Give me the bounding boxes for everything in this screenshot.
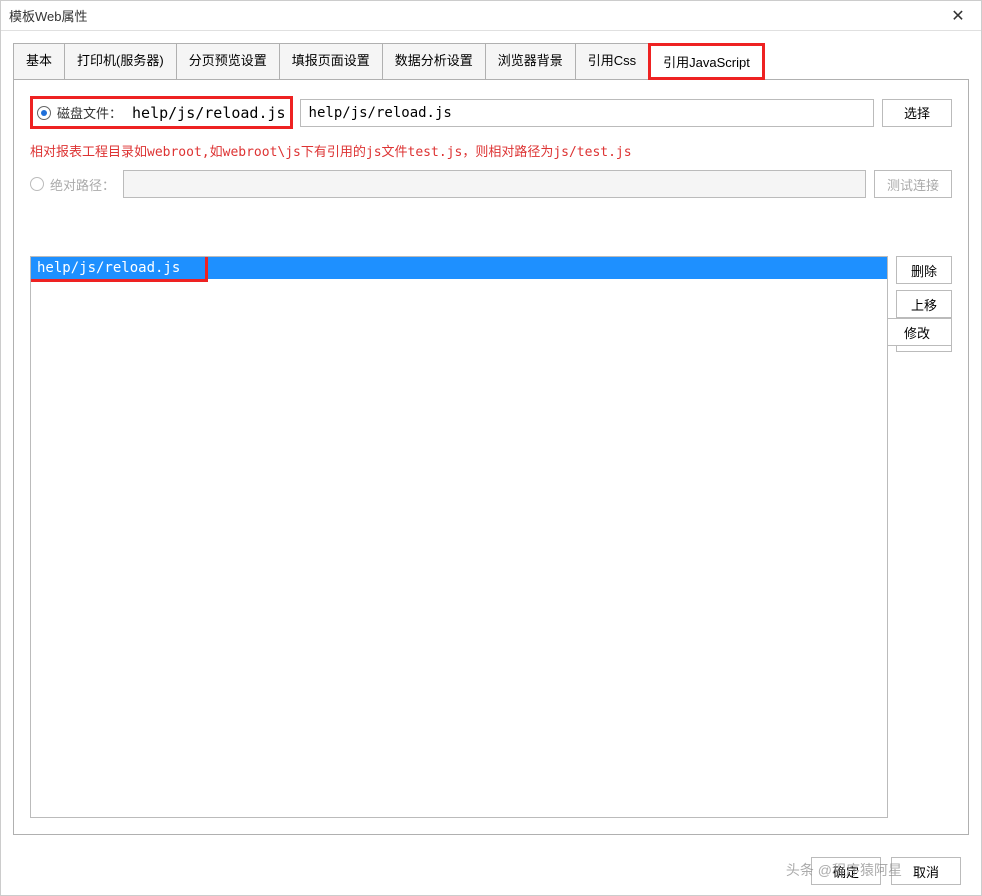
tab-ref-css[interactable]: 引用Css: [575, 43, 649, 80]
disk-file-value-preview: help/js/reload.js: [132, 104, 286, 122]
close-icon[interactable]: ✕: [943, 1, 973, 31]
tab-page-preview[interactable]: 分页预览设置: [176, 43, 280, 80]
titlebar: 模板Web属性 ✕: [1, 1, 981, 31]
dialog-window: 模板Web属性 ✕ 基本 打印机(服务器) 分页预览设置 填报页面设置 数据分析…: [0, 0, 982, 896]
list-area: help/js/reload.js 删除 上移 下移: [30, 256, 952, 818]
tab-browser-bg[interactable]: 浏览器背景: [485, 43, 576, 80]
tab-data-analysis[interactable]: 数据分析设置: [382, 43, 486, 80]
dialog-footer: 确定 取消: [1, 847, 981, 895]
disk-file-row: 磁盘文件： help/js/reload.js 选择: [30, 96, 952, 129]
cancel-button[interactable]: 取消: [891, 857, 961, 885]
tab-form-page[interactable]: 填报页面设置: [279, 43, 383, 80]
window-title: 模板Web属性: [9, 6, 88, 25]
move-up-button[interactable]: 上移: [896, 290, 952, 318]
abs-path-row: 绝对路径： 测试连接: [30, 170, 952, 198]
modify-button[interactable]: 修改: [882, 318, 952, 346]
tab-content: 磁盘文件： help/js/reload.js 选择 相对报表工程目录如webr…: [13, 79, 969, 835]
select-button[interactable]: 选择: [882, 99, 952, 127]
tab-printer[interactable]: 打印机(服务器): [64, 43, 177, 80]
test-connection-button: 测试连接: [874, 170, 952, 198]
tab-basic[interactable]: 基本: [13, 43, 65, 80]
tab-bar: 基本 打印机(服务器) 分页预览设置 填报页面设置 数据分析设置 浏览器背景 引…: [1, 31, 981, 80]
disk-file-highlight: 磁盘文件： help/js/reload.js: [30, 96, 293, 129]
abs-path-radio-group[interactable]: 绝对路径：: [30, 175, 115, 194]
ok-button[interactable]: 确定: [811, 857, 881, 885]
disk-file-label: 磁盘文件：: [57, 103, 122, 122]
disk-file-radio-group[interactable]: 磁盘文件：: [37, 103, 122, 122]
radio-disk-file[interactable]: [37, 106, 51, 120]
abs-path-label: 绝对路径：: [50, 175, 115, 194]
abs-path-input: [123, 170, 866, 198]
tab-ref-javascript[interactable]: 引用JavaScript: [648, 43, 765, 80]
hint-text: 相对报表工程目录如webroot,如webroot\js下有引用的js文件tes…: [30, 141, 952, 160]
file-list[interactable]: help/js/reload.js: [30, 256, 888, 818]
disk-file-input[interactable]: [300, 99, 874, 127]
list-item[interactable]: help/js/reload.js: [31, 257, 887, 279]
delete-button[interactable]: 删除: [896, 256, 952, 284]
radio-abs-path[interactable]: [30, 177, 44, 191]
